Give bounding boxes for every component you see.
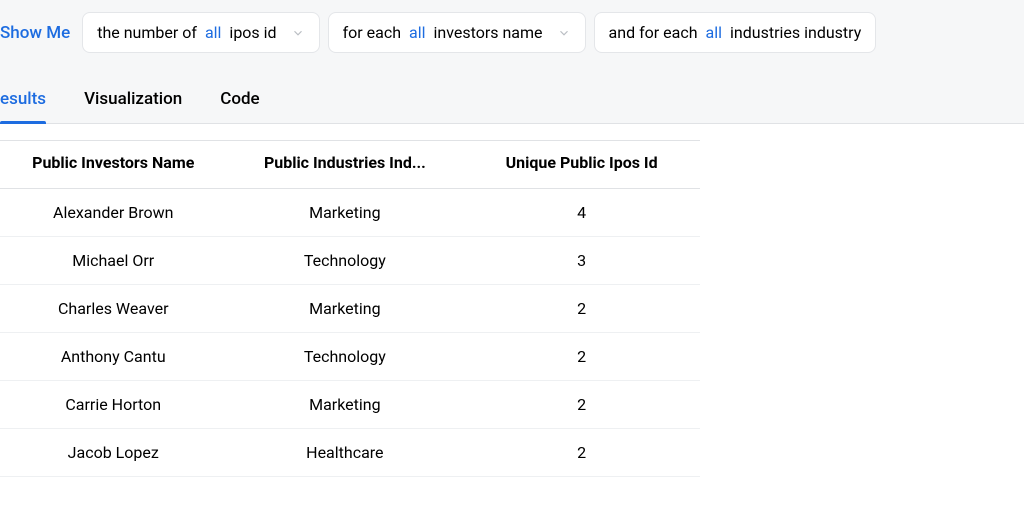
table-cell: 4 xyxy=(463,189,700,237)
filter-box-2[interactable]: and for each all industries industry xyxy=(594,12,877,53)
column-header[interactable]: Public Investors Name xyxy=(0,141,226,189)
filter-prefix: the number of xyxy=(97,23,197,42)
results-table-wrap: Public Investors NamePublic Industries I… xyxy=(0,124,1024,477)
chevron-down-icon[interactable] xyxy=(557,26,571,40)
filter-box-1[interactable]: for each all investors name xyxy=(328,12,586,53)
table-row: Jacob LopezHealthcare2 xyxy=(0,429,700,477)
table-row: Charles WeaverMarketing2 xyxy=(0,285,700,333)
column-header[interactable]: Unique Public Ipos Id xyxy=(463,141,700,189)
table-cell: 2 xyxy=(463,429,700,477)
table-cell: Alexander Brown xyxy=(0,189,226,237)
table-cell: Michael Orr xyxy=(0,237,226,285)
table-cell: Carrie Horton xyxy=(0,381,226,429)
table-cell: Technology xyxy=(226,333,463,381)
tab-results[interactable]: esults xyxy=(0,89,46,123)
show-me-label: Show Me xyxy=(0,23,70,43)
table-cell: 2 xyxy=(463,333,700,381)
table-cell: Technology xyxy=(226,237,463,285)
filter-field: industries industry xyxy=(730,23,861,42)
filter-field: investors name xyxy=(434,23,543,42)
filter-scope: all xyxy=(706,23,722,42)
table-cell: Marketing xyxy=(226,285,463,333)
table-cell: Jacob Lopez xyxy=(0,429,226,477)
filter-scope: all xyxy=(205,23,221,42)
filter-prefix: for each xyxy=(343,23,401,42)
query-builder-row: Show Me the number of all ipos id for each a… xyxy=(0,0,1024,65)
filter-field: ipos id xyxy=(229,23,276,42)
tabs-row: esults Visualization Code xyxy=(0,65,1024,124)
table-cell: 2 xyxy=(463,381,700,429)
table-cell: Healthcare xyxy=(226,429,463,477)
table-cell: Marketing xyxy=(226,189,463,237)
table-cell: 2 xyxy=(463,285,700,333)
table-row: Anthony CantuTechnology2 xyxy=(0,333,700,381)
filter-scope: all xyxy=(409,23,425,42)
tab-code[interactable]: Code xyxy=(220,89,259,123)
column-header[interactable]: Public Industries Ind... xyxy=(226,141,463,189)
results-table: Public Investors NamePublic Industries I… xyxy=(0,140,700,477)
tab-visualization[interactable]: Visualization xyxy=(84,89,182,123)
table-cell: 3 xyxy=(463,237,700,285)
table-cell: Anthony Cantu xyxy=(0,333,226,381)
table-row: Carrie HortonMarketing2 xyxy=(0,381,700,429)
table-cell: Marketing xyxy=(226,381,463,429)
filter-box-0[interactable]: the number of all ipos id xyxy=(82,12,319,53)
filter-prefix: and for each xyxy=(609,23,698,42)
table-row: Alexander BrownMarketing4 xyxy=(0,189,700,237)
table-row: Michael OrrTechnology3 xyxy=(0,237,700,285)
table-cell: Charles Weaver xyxy=(0,285,226,333)
chevron-down-icon[interactable] xyxy=(291,26,305,40)
